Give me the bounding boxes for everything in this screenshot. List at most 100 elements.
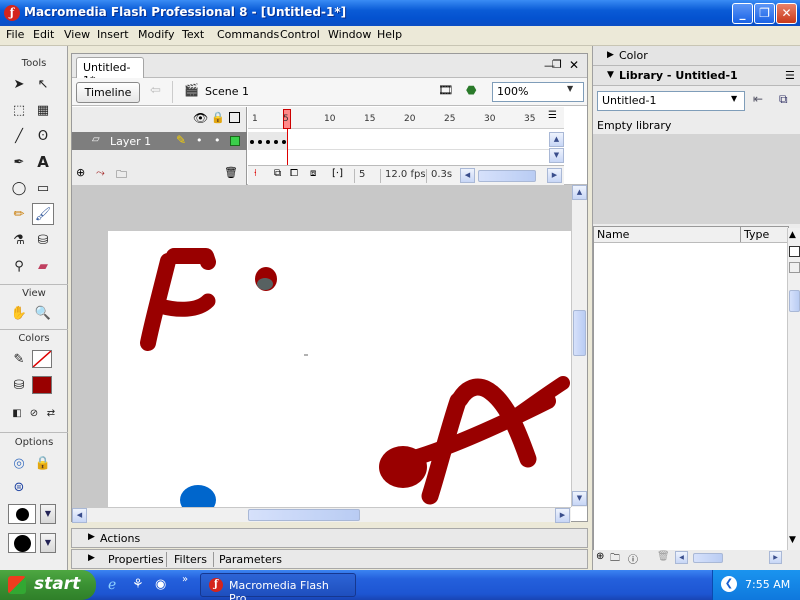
show-hide-eye-icon[interactable]: 👁 (193, 111, 208, 125)
tab-parameters[interactable]: Parameters (219, 553, 282, 566)
keyframe-dot[interactable] (282, 140, 286, 144)
stage-canvas[interactable] (108, 231, 571, 515)
paint-bucket-tool-icon[interactable]: ⛁ (32, 229, 54, 251)
unlocked-dot-icon[interactable]: • (214, 134, 221, 147)
timeline-hscroll-thumb[interactable] (478, 170, 536, 182)
keyframe-dot[interactable] (274, 140, 278, 144)
brush-tool-icon[interactable]: 🖌 (32, 203, 54, 225)
brush-shape-select[interactable] (8, 533, 36, 553)
color-label[interactable]: Color (619, 49, 648, 62)
stage-scroll-left-icon[interactable]: ◀ (72, 508, 87, 523)
menu-view[interactable]: View (62, 28, 92, 41)
menu-insert[interactable]: Insert (95, 28, 131, 41)
flash-app-icon[interactable]: ƒ (4, 5, 20, 21)
fill-transform-tool-icon[interactable]: ▦ (32, 99, 54, 121)
oval-tool-icon[interactable]: ◯ (8, 177, 30, 199)
minimize-button[interactable]: _ (732, 3, 753, 24)
fill-color-swatch[interactable] (32, 376, 52, 394)
lock-fill-icon[interactable]: 🔒 (32, 452, 54, 474)
menu-commands[interactable]: Commands (215, 28, 281, 41)
new-folder-icon[interactable]: 🗀 (610, 551, 620, 568)
library-wide-state-icon[interactable] (789, 246, 800, 257)
stroke-color-swatch[interactable] (32, 350, 52, 368)
menu-window[interactable]: Window (326, 28, 373, 41)
close-button[interactable]: ✕ (776, 3, 797, 24)
library-scroll-left-icon[interactable]: ◀ (675, 551, 688, 564)
properties-icon[interactable]: ⓘ (628, 551, 638, 566)
zoom-select[interactable]: 100% ▼ (492, 82, 584, 102)
library-document-select[interactable]: Untitled-1 ▼ (597, 91, 745, 111)
layer-frames-row[interactable] (248, 132, 564, 150)
tab-properties[interactable]: Properties (108, 553, 164, 566)
menu-file[interactable]: File (4, 28, 26, 41)
visible-dot-icon[interactable]: • (196, 134, 203, 147)
onion-outlines-icon[interactable]: ⧠ (290, 168, 298, 179)
eraser-tool-icon[interactable]: ▰ (32, 255, 54, 277)
zoom-dropdown-icon[interactable]: ▼ (567, 84, 573, 93)
library-panel-header[interactable]: ▼ Library - Untitled-1 ☰ (593, 66, 800, 86)
delete-item-icon[interactable]: 🗑 (657, 551, 670, 562)
library-narrow-state-icon[interactable] (789, 262, 800, 273)
stage-hscrollbar[interactable]: ◀ ▶ (72, 507, 571, 523)
edit-symbols-icon[interactable]: ⬣ (466, 83, 476, 97)
library-menu-icon[interactable]: ☰ (785, 69, 795, 82)
lock-layers-icon[interactable]: 🔒 (211, 111, 225, 124)
new-library-panel-icon[interactable]: ⧉ (779, 92, 788, 107)
collapse-library-icon[interactable]: ▼ (607, 70, 614, 80)
onion-skin-icon[interactable]: ⧉ (274, 168, 281, 179)
library-hscroll-thumb[interactable] (693, 553, 723, 563)
brush-size-select[interactable] (8, 504, 36, 524)
keyframe-dot[interactable] (250, 140, 254, 144)
quick-launch-chevron-icon[interactable]: » (182, 574, 188, 585)
brush-shape-dropdown-icon[interactable]: ▼ (40, 533, 56, 553)
library-vscrollbar[interactable]: ▲ ▼ (787, 228, 800, 556)
timeline-menu-icon[interactable]: ☰ (548, 110, 557, 121)
taskbar-flash-button[interactable]: ƒ Macromedia Flash Pro... (200, 573, 356, 600)
color-panel-header[interactable]: ▶ Color (593, 46, 800, 66)
layer-row[interactable]: ▱ Layer 1 ✎ • • (72, 132, 247, 150)
stage-vscrollbar[interactable]: ▲ ▼ (571, 185, 587, 507)
ink-bottle-tool-icon[interactable]: ⚗ (8, 229, 30, 251)
center-frame-icon[interactable]: ⍿ (254, 168, 257, 179)
actions-panel-bar[interactable]: ▶ Actions (71, 528, 588, 548)
add-motion-guide-icon[interactable]: ⤳ (96, 166, 105, 180)
column-type[interactable]: Type (744, 228, 769, 241)
menu-edit[interactable]: Edit (31, 28, 56, 41)
menu-text[interactable]: Text (180, 28, 206, 41)
column-name[interactable]: Name (597, 228, 629, 241)
stage-scroll-right-icon[interactable]: ▶ (555, 508, 570, 523)
selection-tool-icon[interactable]: ➤ (8, 73, 30, 95)
free-transform-tool-icon[interactable]: ⬚ (8, 99, 30, 121)
restore-button[interactable]: ❐ (754, 3, 775, 24)
timeline-scroll-left-icon[interactable]: ◀ (460, 168, 475, 183)
pin-library-icon[interactable]: ⇤ (753, 92, 763, 106)
menu-modify[interactable]: Modify (136, 28, 176, 41)
library-vscroll-thumb[interactable] (789, 290, 800, 312)
subselection-tool-icon[interactable]: ↖ (32, 73, 54, 95)
doc-close-icon[interactable]: ✕ (569, 58, 579, 72)
pen-tool-icon[interactable]: ✒ (8, 151, 30, 173)
pencil-tool-icon[interactable]: ✏ (8, 203, 30, 225)
outline-layers-icon[interactable] (229, 112, 240, 123)
library-sort-icon[interactable]: ▲ (789, 230, 796, 240)
timeline-scroll-up-icon[interactable]: ▲ (549, 132, 564, 147)
brush-strokes[interactable] (108, 231, 571, 515)
swap-colors-icon[interactable]: ⇄ (40, 402, 62, 424)
edit-scene-icon[interactable]: 🎞 (438, 83, 453, 97)
timeline-button[interactable]: Timeline (76, 82, 140, 103)
stage-hscroll-thumb[interactable] (248, 509, 360, 521)
actions-label[interactable]: Actions (100, 532, 140, 545)
keyframe-dot[interactable] (258, 140, 262, 144)
text-tool-icon[interactable]: A (32, 151, 54, 173)
lasso-tool-icon[interactable]: ʘ (32, 125, 54, 147)
zoom-tool-icon[interactable]: 🔍 (32, 302, 54, 324)
line-tool-icon[interactable]: ╱ (8, 125, 30, 147)
library-dropdown-icon[interactable]: ▼ (731, 94, 737, 103)
stage-vscroll-thumb[interactable] (573, 310, 586, 356)
eyedropper-tool-icon[interactable]: ⚲ (8, 255, 30, 277)
messenger-icon[interactable]: ⚘ (132, 577, 144, 592)
document-tab[interactable]: Untitled-1* (76, 57, 144, 87)
timeline-scroll-right-icon[interactable]: ▶ (547, 168, 562, 183)
rectangle-tool-icon[interactable]: ▭ (32, 177, 54, 199)
tray-back-icon[interactable]: ❮ (721, 576, 737, 592)
